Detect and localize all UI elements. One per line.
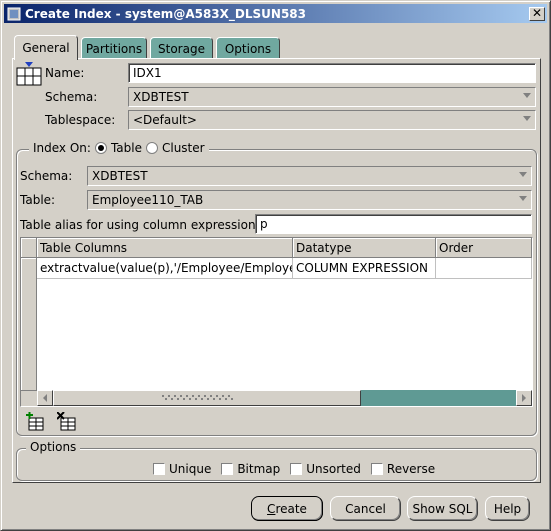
scroll-right-button[interactable]	[516, 390, 532, 406]
create-label: reate	[275, 501, 307, 516]
chevron-down-icon	[519, 196, 527, 201]
index-on-legend: Index On: Table Cluster	[29, 141, 209, 155]
remove-column-button[interactable]	[56, 411, 78, 433]
index-schema-select[interactable]: XDBTEST	[87, 166, 532, 186]
radio-cluster-label[interactable]: Cluster	[162, 141, 205, 155]
horizontal-scrollbar[interactable]	[37, 390, 532, 406]
scroll-left-button[interactable]	[37, 390, 53, 406]
arrow-left-icon	[43, 394, 47, 402]
table-select-value: Employee110_TAB	[92, 193, 204, 207]
tab-storage-label: Storage	[158, 41, 205, 56]
alias-input[interactable]: p	[255, 214, 532, 234]
cancel-button[interactable]: Cancel	[330, 496, 401, 521]
add-column-button[interactable]	[24, 411, 46, 433]
reverse-checkbox[interactable]	[370, 463, 383, 475]
general-tab-panel: Name: IDX1 Schema: XDBTEST Tablespace: <…	[12, 58, 541, 483]
name-label: Name:	[45, 66, 85, 80]
radio-cluster[interactable]	[145, 142, 158, 154]
alias-label: Table alias for using column expression:	[20, 218, 260, 232]
show-sql-label: Show SQL	[412, 501, 473, 516]
index-icon	[16, 62, 42, 86]
index-on-label: Index On:	[33, 141, 91, 155]
oracle-app-icon	[6, 6, 22, 22]
index-schema-value: XDBTEST	[92, 169, 148, 183]
remove-row-icon	[57, 412, 76, 431]
options-checkboxes: Unique Bitmap Unsorted Reverse	[153, 462, 435, 476]
cell-datatype[interactable]: COLUMN EXPRESSION	[293, 258, 436, 279]
tab-options-label: Options	[224, 41, 272, 56]
schema-select-value: XDBTEST	[133, 90, 189, 104]
scrollbar-track[interactable]	[361, 390, 516, 406]
cancel-label: Cancel	[345, 501, 386, 516]
cell-order[interactable]	[436, 258, 532, 279]
reverse-label[interactable]: Reverse	[387, 462, 435, 476]
header-order[interactable]: Order	[436, 238, 532, 258]
chevron-down-icon	[523, 116, 531, 121]
index-schema-label: Schema:	[20, 169, 73, 183]
title-bar[interactable]: Create Index - system@A583X_DLSUN583 ✕	[4, 4, 547, 23]
help-button[interactable]: Help	[485, 496, 530, 521]
unique-label[interactable]: Unique	[169, 462, 211, 476]
unsorted-label[interactable]: Unsorted	[306, 462, 361, 476]
show-sql-button[interactable]: Show SQL	[407, 496, 478, 521]
header-table-columns[interactable]: Table Columns	[37, 238, 293, 258]
tab-partitions-label: Partitions	[85, 41, 143, 56]
tab-general[interactable]: General	[14, 35, 78, 60]
header-datatype[interactable]: Datatype	[293, 238, 436, 258]
window-title: Create Index - system@A583X_DLSUN583	[25, 6, 306, 21]
help-label: Help	[493, 501, 522, 516]
schema-label: Schema:	[45, 90, 98, 104]
options-legend: Options	[26, 440, 81, 454]
grip-icon	[162, 395, 233, 400]
chevron-down-icon	[523, 93, 531, 98]
grid-corner	[21, 238, 37, 258]
name-input[interactable]: IDX1	[128, 63, 536, 83]
alias-input-value: p	[260, 217, 268, 231]
schema-select[interactable]: XDBTEST	[128, 87, 536, 107]
tablespace-label: Tablespace:	[45, 113, 116, 127]
options-title: Options	[30, 440, 77, 454]
columns-grid[interactable]: Table Columns Datatype Order extractvalu…	[20, 237, 533, 407]
chevron-down-icon	[519, 172, 527, 177]
unique-checkbox[interactable]	[153, 463, 165, 475]
bitmap-checkbox[interactable]	[221, 463, 234, 475]
radio-table-label[interactable]: Table	[111, 141, 142, 155]
create-index-dialog: Create Index - system@A583X_DLSUN583 ✕ G…	[0, 0, 551, 531]
tab-partitions[interactable]: Partitions	[81, 37, 147, 59]
index-on-group: Index On: Table Cluster Schema: XDBTEST …	[16, 141, 537, 436]
tablespace-select[interactable]: <Default>	[128, 110, 536, 130]
row-header-column[interactable]	[21, 258, 37, 391]
arrow-right-icon	[522, 394, 526, 402]
create-mnemonic: C	[267, 501, 276, 516]
close-button[interactable]: ✕	[529, 6, 545, 21]
create-button[interactable]: Create	[251, 496, 323, 521]
tablespace-select-value: <Default>	[133, 113, 197, 127]
table-select[interactable]: Employee110_TAB	[87, 190, 532, 210]
cell-table-column[interactable]: extractvalue(value(p),'/Employee/Employe…	[37, 258, 293, 279]
unsorted-checkbox[interactable]	[290, 463, 303, 475]
add-row-icon	[26, 412, 44, 431]
radio-table[interactable]	[94, 142, 107, 154]
scrollbar-thumb[interactable]	[53, 390, 361, 406]
tab-general-label: General	[22, 41, 70, 55]
tab-options[interactable]: Options	[216, 37, 280, 59]
options-group: Options Unique Bitmap Unsorted Reverse	[16, 440, 537, 481]
grid-empty-area	[37, 279, 532, 391]
table-label: Table:	[20, 193, 56, 207]
name-input-value: IDX1	[133, 66, 162, 80]
bitmap-label[interactable]: Bitmap	[237, 462, 280, 476]
tab-storage[interactable]: Storage	[150, 37, 213, 59]
